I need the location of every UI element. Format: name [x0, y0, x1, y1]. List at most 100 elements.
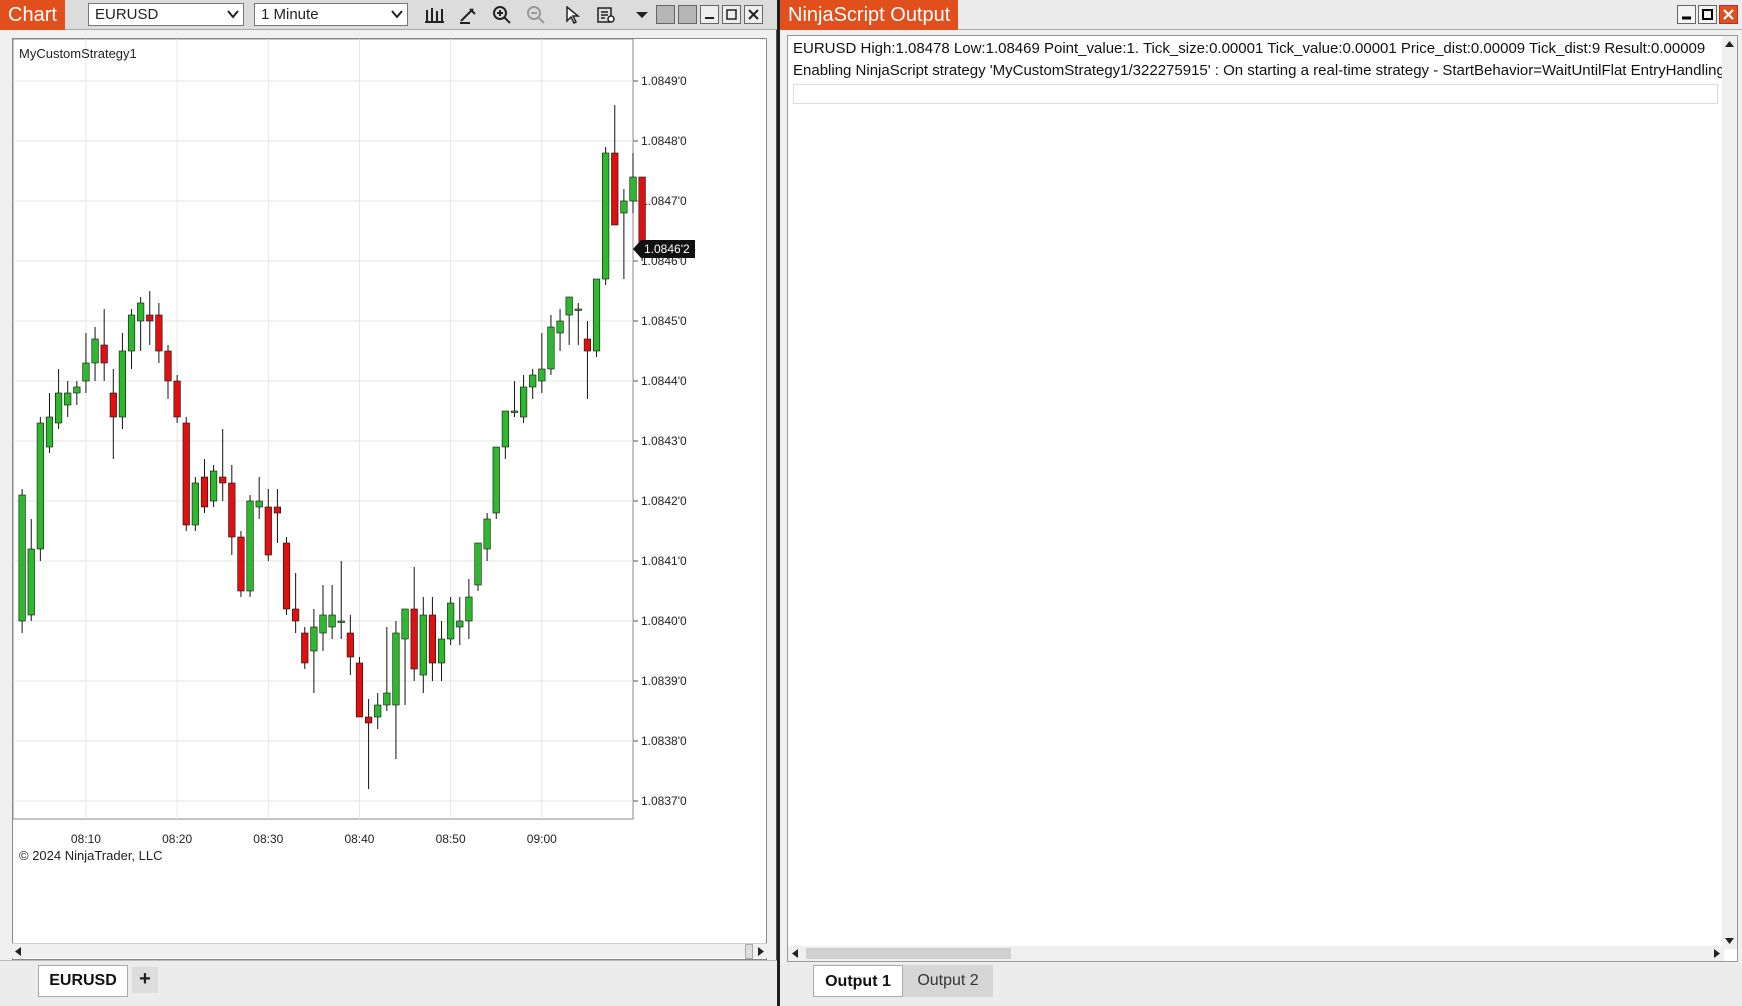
candle-down — [228, 482, 236, 538]
scroll-left-icon[interactable] — [14, 947, 22, 956]
instrument-selector[interactable]: EURUSD — [88, 3, 244, 26]
zoom-out-icon[interactable] — [524, 4, 548, 26]
candle-up — [328, 614, 336, 628]
output-horizontal-scrollbar[interactable] — [788, 946, 1724, 961]
candle-down — [109, 392, 117, 418]
data-box-icon[interactable] — [594, 4, 618, 26]
price-chart[interactable]: 1.0849'01.0848'01.0847'01.0846'01.0845'0… — [13, 39, 768, 961]
chart-horizontal-scrollbar[interactable] — [12, 943, 767, 959]
more-options-icon[interactable] — [630, 4, 654, 26]
candle-up — [629, 176, 637, 202]
candle-down — [611, 152, 619, 226]
candle-down — [292, 608, 300, 622]
candle-up — [592, 278, 601, 352]
add-tab-button[interactable]: + — [132, 967, 158, 993]
candle-up — [492, 446, 500, 514]
candle-up — [246, 500, 254, 592]
drawing-tool-icon[interactable] — [456, 4, 480, 26]
candle-down — [410, 608, 418, 670]
candle-down — [182, 422, 190, 526]
candle-down — [282, 542, 291, 610]
y-tick-label: 1.0838'0 — [641, 734, 687, 748]
maximize-icon[interactable] — [1698, 5, 1717, 24]
tile-alt-icon[interactable] — [678, 5, 697, 24]
x-tick-label: 08:30 — [253, 832, 283, 846]
y-tick-label: 1.0847'0 — [641, 194, 687, 208]
candle-up — [520, 386, 528, 418]
candle-up — [447, 602, 455, 640]
candle-up — [383, 692, 391, 706]
candle-up — [18, 494, 26, 622]
chart-tab-bar: EURUSD + — [0, 960, 777, 1006]
y-tick-label: 1.0843'0 — [641, 434, 687, 448]
scroll-right-icon[interactable] — [1713, 949, 1721, 958]
output-line: Enabling NinjaScript strategy 'MyCustomS… — [793, 62, 1725, 79]
candle-down — [638, 176, 646, 250]
candle-down — [428, 614, 436, 664]
tile-icon[interactable] — [656, 5, 675, 24]
candle-up — [437, 638, 446, 664]
close-icon[interactable] — [1719, 5, 1738, 24]
candle-down — [273, 506, 281, 514]
candle-up — [73, 386, 81, 394]
scroll-down-icon[interactable] — [1725, 938, 1734, 945]
candle-up — [401, 608, 409, 640]
candle-up — [319, 614, 327, 634]
candle-up — [64, 392, 72, 406]
y-tick-label: 1.0842'0 — [641, 494, 687, 508]
zoom-in-icon[interactable] — [490, 4, 514, 26]
y-tick-label: 1.0848'0 — [641, 134, 687, 148]
minimize-icon[interactable] — [700, 5, 719, 24]
chart-window-title[interactable]: Chart — [0, 0, 65, 30]
chart-window: Chart EURUSD 1 Minute 1.0849'0 1.0848'0 … — [0, 0, 777, 1006]
candle-down — [301, 632, 309, 664]
output-tab-bar: Output 1 Output 2 — [780, 963, 1742, 1006]
scroll-thumb[interactable] — [745, 944, 753, 959]
output-text-area[interactable]: EURUSD High:1.08478 Low:1.08469 Point_va… — [787, 35, 1738, 962]
interval-selector[interactable]: 1 Minute — [254, 3, 408, 26]
scroll-up-icon[interactable] — [1725, 40, 1734, 47]
copyright-text: © 2024 NinjaTrader, LLC — [19, 848, 163, 863]
candle-up — [191, 482, 199, 526]
candle-up — [27, 548, 35, 616]
output-cursor-line[interactable] — [793, 84, 1718, 104]
scroll-left-icon[interactable] — [791, 949, 799, 958]
x-tick-label: 08:40 — [344, 832, 374, 846]
tab-eurusd[interactable]: EURUSD — [38, 965, 128, 997]
y-tick-label: 1.0837'0 — [641, 794, 687, 808]
scroll-right-icon[interactable] — [757, 947, 765, 956]
close-icon[interactable] — [744, 5, 763, 24]
candle-up — [465, 596, 473, 622]
tab-output-2[interactable]: Output 2 — [903, 965, 993, 997]
candle-up — [510, 410, 519, 413]
tab-output-1[interactable]: Output 1 — [813, 965, 903, 997]
y-tick-label: 1.0845'0 — [641, 314, 687, 328]
output-window-title[interactable]: NinjaScript Output — [780, 0, 959, 30]
candle-up — [374, 704, 382, 718]
candle-down — [264, 506, 272, 556]
bar-type-icon[interactable] — [422, 4, 446, 26]
candle-up — [538, 368, 546, 382]
pointer-icon[interactable] — [560, 4, 584, 26]
current-price-label: 1.0846'2 — [644, 242, 690, 256]
candle-down — [164, 350, 172, 382]
candle-up — [547, 326, 555, 370]
plot-area — [13, 39, 634, 820]
output-header: NinjaScript Output — [780, 0, 1742, 30]
x-tick-label: 09:00 — [527, 832, 557, 846]
chart-panel[interactable]: 1.0849'0 1.0848'0 1.0847'0 1.0846'0 1.0845'0… — [12, 38, 767, 960]
candle-up — [210, 470, 218, 502]
minimize-icon[interactable] — [1677, 5, 1696, 24]
x-tick-label: 08:20 — [162, 832, 192, 846]
ninjascript-output-window: NinjaScript Output EURUSD High:1.08478 L… — [780, 0, 1742, 1006]
candle-up — [574, 308, 582, 311]
candle-up — [127, 314, 136, 352]
y-tick-label: 1.0844'0 — [641, 374, 687, 388]
output-vertical-scrollbar[interactable] — [1722, 36, 1737, 949]
maximize-icon[interactable] — [722, 5, 741, 24]
candle-up — [91, 338, 99, 364]
y-tick-label: 1.0840'0 — [641, 614, 687, 628]
scroll-thumb[interactable] — [806, 948, 1011, 959]
candle-down — [355, 662, 364, 718]
chevron-down-icon — [227, 10, 239, 19]
